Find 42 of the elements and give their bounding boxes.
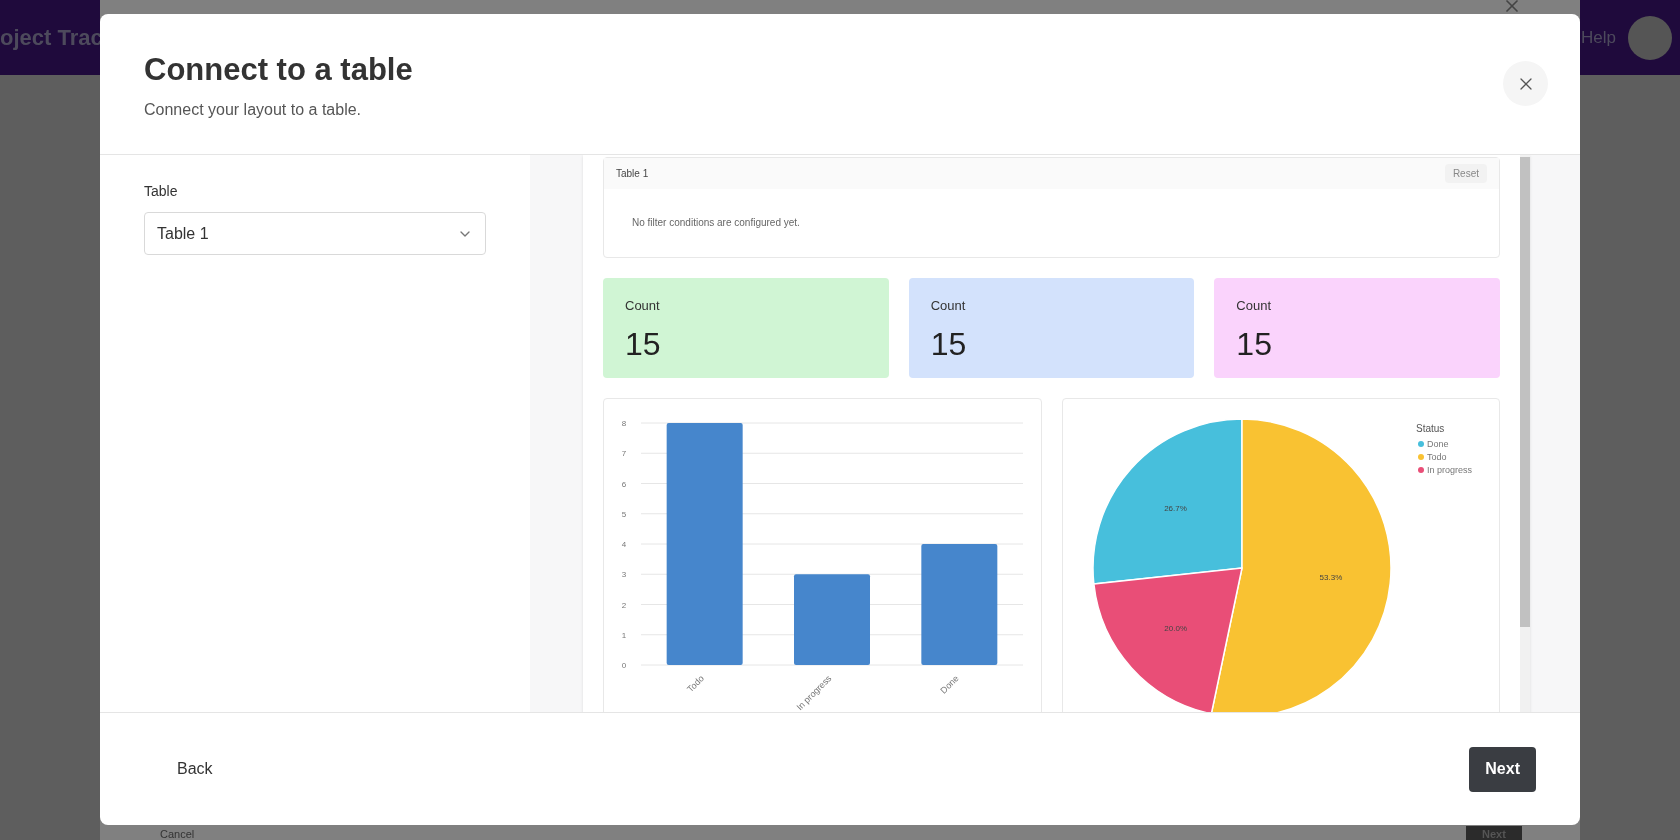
app-title: oject Trac [0, 24, 103, 52]
back-button[interactable]: Back [177, 757, 213, 781]
legend-label: Done [1426, 439, 1448, 449]
slice-label: 26.7% [1163, 504, 1187, 514]
slice-label: 53.3% [1319, 573, 1342, 583]
stat-value: 15 [625, 324, 662, 364]
y-tick-label: 0 [621, 661, 627, 670]
scrollbar-thumb[interactable] [1520, 157, 1530, 627]
help-link[interactable]: Help [1581, 24, 1616, 51]
filter-title: Table 1 [616, 167, 649, 181]
legend-label: In progress [1426, 465, 1472, 475]
y-tick-label: 4 [621, 540, 627, 549]
y-tick-label: 8 [621, 419, 627, 428]
select-value: Table 1 [157, 223, 209, 244]
next-button[interactable]: Next [1469, 746, 1536, 792]
dialog-subtitle: Connect your layout to a table. [144, 100, 363, 120]
legend-title: Status [1415, 423, 1444, 434]
y-tick-label: 6 [621, 479, 627, 489]
field-label: Table [144, 182, 179, 201]
legend-dot [1417, 454, 1424, 460]
cancel-button[interactable]: Cancel [160, 826, 195, 840]
table-select[interactable]: Table 1 [144, 212, 486, 255]
slice-label: 20.0% [1163, 623, 1187, 633]
y-tick-label: 2 [621, 600, 627, 610]
y-tick-label: 5 [621, 509, 627, 519]
filter-message: No filter conditions are configured yet. [631, 216, 801, 230]
dialog-title: Connect to a table [144, 52, 413, 88]
legend-label: Todo [1426, 452, 1447, 462]
y-tick-label: 7 [621, 449, 627, 459]
stat-label: Count [1236, 297, 1273, 315]
legend-dot [1417, 441, 1424, 447]
y-tick-label: 1 [621, 630, 627, 640]
reset-button[interactable]: Reset [1444, 164, 1487, 183]
stat-value: 15 [930, 324, 968, 364]
avatar-icon[interactable] [1628, 15, 1672, 60]
legend-dot [1417, 467, 1424, 473]
stat-value: 15 [1236, 324, 1273, 364]
close-button[interactable] [1503, 61, 1548, 106]
stat-label: Count [930, 297, 967, 315]
x-tick-label: Todo [685, 673, 707, 695]
stat-label: Count [625, 297, 661, 315]
y-tick-label: 3 [621, 570, 627, 580]
